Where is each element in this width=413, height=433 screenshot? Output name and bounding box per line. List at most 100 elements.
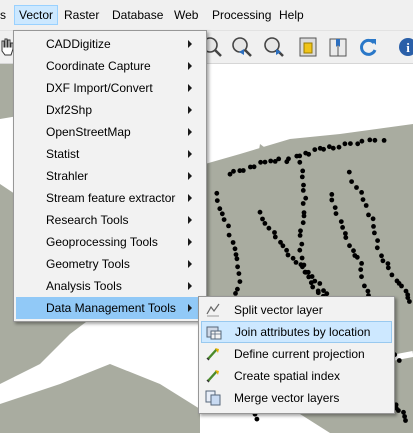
map-point xyxy=(284,247,289,253)
zoom-last-icon[interactable] xyxy=(230,35,254,59)
map-point xyxy=(299,255,305,261)
map-point xyxy=(303,269,309,275)
map-point xyxy=(303,195,309,201)
spatial-index-icon xyxy=(206,370,219,383)
submenu-item-split-vector-layer[interactable]: Split vector layer xyxy=(201,299,392,321)
map-point xyxy=(372,137,378,143)
submenu-item-join-attributes-by-location[interactable]: Join attributes by location xyxy=(201,321,392,343)
map-point xyxy=(381,138,387,143)
menu-item-geometry-tools[interactable]: Geometry Tools xyxy=(16,253,204,275)
menu-item-analysis-tools[interactable]: Analysis Tools xyxy=(16,275,204,297)
menu-item-strahler[interactable]: Strahler xyxy=(16,165,204,187)
map-point xyxy=(402,414,407,419)
map-point xyxy=(268,158,274,164)
menu-item-data-management-tools[interactable]: Data Management Tools xyxy=(16,297,204,319)
map-point xyxy=(407,299,412,304)
map-point xyxy=(226,232,232,238)
identify-icon[interactable]: i xyxy=(396,35,413,59)
map-point xyxy=(329,192,335,197)
menu-item-statist[interactable]: Statist xyxy=(16,143,204,165)
submenu-arrow-icon xyxy=(188,150,192,158)
map-point xyxy=(359,261,364,266)
submenu-arrow-icon xyxy=(188,172,192,180)
map-point xyxy=(297,159,303,165)
map-point xyxy=(370,216,376,222)
map-point xyxy=(276,156,282,162)
menu-item-dxf-import-convert[interactable]: DXF Import/Convert xyxy=(16,77,204,99)
submenu-arrow-icon xyxy=(188,282,192,290)
map-point xyxy=(366,212,371,218)
map-point xyxy=(372,230,377,236)
map-point xyxy=(336,144,342,150)
map-point xyxy=(236,271,242,276)
map-point xyxy=(232,246,238,252)
map-point xyxy=(221,217,227,223)
map-point xyxy=(235,264,241,270)
map-point xyxy=(385,265,391,271)
map-point xyxy=(233,252,239,257)
refresh-icon[interactable] xyxy=(356,35,380,59)
map-point xyxy=(235,286,240,292)
menu-bar: s Vector Raster Database Web Processing … xyxy=(0,0,413,31)
submenu-arrow-icon xyxy=(188,238,192,246)
map-point xyxy=(214,190,220,196)
map-point xyxy=(351,248,356,254)
map-point xyxy=(333,211,339,217)
menu-help[interactable]: Help xyxy=(275,6,308,24)
menu-item-caddigitize[interactable]: CADDigitize xyxy=(16,33,204,55)
map-point xyxy=(258,159,263,165)
submenu-arrow-icon xyxy=(188,62,192,70)
zoom-next-icon[interactable] xyxy=(262,35,286,59)
menu-vector[interactable]: Vector xyxy=(14,5,59,25)
menu-database[interactable]: Database xyxy=(108,6,167,24)
map-point xyxy=(301,213,307,219)
map-point xyxy=(329,197,335,203)
menu-item-openstreetmap[interactable]: OpenStreetMap xyxy=(16,121,204,143)
map-point xyxy=(234,256,240,262)
map-tips-icon[interactable] xyxy=(296,35,320,59)
map-point xyxy=(237,279,243,284)
map-point xyxy=(363,203,369,208)
submenu-item-define-current-projection[interactable]: Define current projection xyxy=(201,343,392,365)
menu-item-research-tools[interactable]: Research Tools xyxy=(16,209,204,231)
bookmark-icon[interactable] xyxy=(326,35,350,59)
vector-menu: CADDigitize Coordinate Capture DXF Impor… xyxy=(13,30,207,322)
map-point xyxy=(254,416,260,422)
menu-item-stream-feature-extractor[interactable]: Stream feature extractor xyxy=(16,187,204,209)
map-point xyxy=(346,169,352,175)
menu-item-coordinate-capture[interactable]: Coordinate Capture xyxy=(16,55,204,77)
submenu-arrow-icon xyxy=(188,260,192,268)
map-point xyxy=(272,234,278,240)
map-point xyxy=(338,219,344,225)
map-point xyxy=(359,190,364,195)
map-point xyxy=(308,280,314,286)
map-point xyxy=(230,240,236,245)
map-point xyxy=(374,245,380,251)
map-point xyxy=(251,164,257,170)
map-point xyxy=(266,225,272,231)
map-point xyxy=(262,221,268,226)
map-point xyxy=(317,281,323,286)
menu-item-dxf2shp[interactable]: Dxf2Shp xyxy=(16,99,204,121)
submenu-item-create-spatial-index[interactable]: Create spatial index xyxy=(201,365,392,387)
map-point xyxy=(219,211,225,217)
map-point xyxy=(280,243,286,249)
map-point xyxy=(300,168,306,174)
submenu-arrow-icon xyxy=(188,216,192,224)
menu-processing[interactable]: Processing xyxy=(208,6,275,24)
map-point xyxy=(315,290,321,296)
map-point xyxy=(312,147,318,152)
map-point xyxy=(306,274,312,280)
submenu-item-merge-vector-layers[interactable]: Merge vector layers xyxy=(201,387,392,409)
submenu-arrow-icon xyxy=(188,304,192,312)
menu-raster[interactable]: Raster xyxy=(60,6,103,24)
menubar-clipped-item[interactable]: s xyxy=(0,6,6,24)
submenu-arrow-icon xyxy=(188,106,192,114)
map-point xyxy=(286,156,291,162)
map-point xyxy=(348,141,353,146)
menu-item-geoprocessing-tools[interactable]: Geoprocessing Tools xyxy=(16,231,204,253)
map-point xyxy=(396,408,401,413)
map-point xyxy=(359,138,365,144)
map-point xyxy=(257,209,263,215)
menu-web[interactable]: Web xyxy=(170,6,202,24)
